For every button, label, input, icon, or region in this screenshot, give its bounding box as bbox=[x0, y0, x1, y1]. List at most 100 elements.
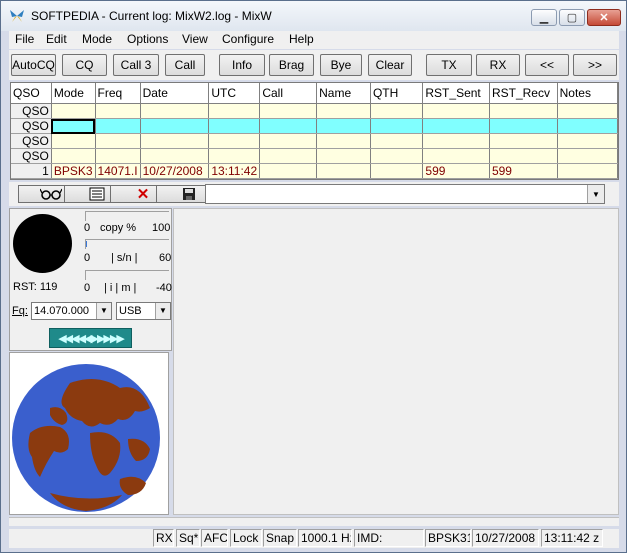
chevron-down-icon[interactable]: ▼ bbox=[587, 185, 604, 203]
next-button[interactable]: >> bbox=[573, 54, 617, 76]
col-call[interactable]: Call bbox=[259, 83, 318, 104]
table-cell[interactable] bbox=[208, 133, 261, 149]
table-cell[interactable] bbox=[370, 163, 424, 179]
table-cell[interactable] bbox=[316, 163, 371, 179]
log-grid[interactable]: QSO Mode Freq Date UTC Call Name QTH RST… bbox=[10, 82, 619, 180]
table-cell[interactable] bbox=[557, 163, 618, 179]
menu-view[interactable]: View bbox=[182, 32, 208, 46]
call3-button[interactable]: Call 3 bbox=[113, 54, 159, 76]
table-cell[interactable] bbox=[259, 163, 318, 179]
clear-button[interactable]: Clear bbox=[368, 54, 412, 76]
callsign-combo[interactable]: ▼ bbox=[205, 184, 605, 204]
col-mode[interactable]: Mode bbox=[51, 83, 96, 104]
table-cell-rst-sent[interactable]: 599 bbox=[422, 163, 490, 179]
title-bar[interactable]: SOFTPEDIA - Current log: MixW2.log - Mix… bbox=[1, 1, 626, 31]
table-row-qso[interactable]: 1 BPSK3 14071.I 10/27/2008 13:11:42 599 599 bbox=[11, 163, 618, 179]
cq-button[interactable]: CQ bbox=[62, 54, 107, 76]
table-cell[interactable] bbox=[316, 103, 371, 119]
close-button[interactable]: ✕ bbox=[587, 9, 621, 26]
table-cell[interactable] bbox=[140, 148, 210, 164]
col-freq[interactable]: Freq bbox=[95, 83, 141, 104]
table-cell-rst-recv[interactable]: 599 bbox=[489, 163, 558, 179]
table-cell-date[interactable]: 10/27/2008 bbox=[140, 163, 210, 179]
table-row-selected[interactable]: QSO bbox=[11, 118, 618, 134]
table-cell[interactable] bbox=[489, 103, 558, 119]
status-lock[interactable]: Lock bbox=[230, 529, 262, 547]
prev-button[interactable]: << bbox=[525, 54, 569, 76]
table-cell[interactable] bbox=[316, 148, 371, 164]
table-cell[interactable] bbox=[259, 133, 318, 149]
table-cell[interactable] bbox=[259, 148, 318, 164]
col-date[interactable]: Date bbox=[140, 83, 210, 104]
sideband-select[interactable]: USB ▼ bbox=[116, 302, 171, 320]
frequency-select[interactable]: 14.070.000 ▼ bbox=[31, 302, 112, 320]
table-row[interactable]: QSO bbox=[11, 148, 618, 164]
menu-help[interactable]: Help bbox=[289, 32, 314, 46]
table-cell[interactable] bbox=[370, 133, 424, 149]
table-cell[interactable] bbox=[422, 103, 490, 119]
maximize-button[interactable]: ▢ bbox=[559, 9, 585, 26]
table-cell[interactable] bbox=[259, 118, 318, 134]
world-map-panel[interactable] bbox=[9, 352, 169, 515]
tuning-scope[interactable] bbox=[13, 214, 72, 273]
col-rst-recv[interactable]: RST_Recv bbox=[489, 83, 558, 104]
table-cell[interactable] bbox=[557, 133, 618, 149]
col-utc[interactable]: UTC bbox=[208, 83, 261, 104]
table-cell[interactable] bbox=[316, 133, 371, 149]
table-cell[interactable] bbox=[208, 118, 261, 134]
table-cell[interactable] bbox=[316, 118, 371, 134]
status-afc[interactable]: AFC bbox=[201, 529, 228, 547]
receive-text-pane[interactable] bbox=[173, 208, 619, 515]
menu-edit[interactable]: Edit bbox=[46, 32, 67, 46]
table-cell[interactable] bbox=[557, 118, 618, 134]
horizontal-scrollbar[interactable] bbox=[9, 517, 619, 526]
minimize-button[interactable]: ▁ bbox=[531, 9, 557, 26]
table-cell[interactable] bbox=[489, 118, 558, 134]
table-cell[interactable] bbox=[489, 133, 558, 149]
table-row[interactable]: QSO bbox=[11, 103, 618, 119]
chevron-down-icon[interactable]: ▼ bbox=[155, 303, 170, 319]
table-cell[interactable] bbox=[140, 103, 210, 119]
status-squelch[interactable]: Sq* bbox=[176, 529, 200, 547]
bye-button[interactable]: Bye bbox=[320, 54, 362, 76]
table-cell[interactable] bbox=[557, 148, 618, 164]
menu-options[interactable]: Options bbox=[127, 32, 168, 46]
table-cell-utc[interactable]: 13:11:42 bbox=[208, 163, 261, 179]
table-cell[interactable] bbox=[95, 103, 141, 119]
tx-button[interactable]: TX bbox=[426, 54, 472, 76]
table-cell[interactable] bbox=[422, 133, 490, 149]
col-qso[interactable]: QSO bbox=[11, 83, 52, 104]
info-button[interactable]: Info bbox=[219, 54, 265, 76]
col-notes[interactable]: Notes bbox=[557, 83, 618, 104]
rx-button[interactable]: RX bbox=[476, 54, 520, 76]
menu-configure[interactable]: Configure bbox=[222, 32, 274, 46]
table-cell[interactable] bbox=[208, 148, 261, 164]
table-cell[interactable] bbox=[95, 148, 141, 164]
call-button[interactable]: Call bbox=[165, 54, 205, 76]
status-snap[interactable]: Snap bbox=[263, 529, 297, 547]
status-rx[interactable]: RX bbox=[153, 529, 174, 547]
table-cell[interactable] bbox=[489, 148, 558, 164]
col-name[interactable]: Name bbox=[316, 83, 371, 104]
table-row[interactable]: QSO bbox=[11, 133, 618, 149]
chevron-down-icon[interactable]: ▼ bbox=[96, 303, 111, 319]
table-cell[interactable] bbox=[370, 118, 424, 134]
table-cell[interactable] bbox=[370, 103, 424, 119]
table-cell[interactable] bbox=[208, 103, 261, 119]
status-mode[interactable]: BPSK31 bbox=[425, 529, 471, 547]
table-cell[interactable] bbox=[51, 148, 96, 164]
table-cell[interactable] bbox=[422, 148, 490, 164]
table-cell-mode[interactable]: BPSK3 bbox=[51, 163, 96, 179]
table-cell[interactable] bbox=[370, 148, 424, 164]
table-cell[interactable] bbox=[557, 103, 618, 119]
col-qth[interactable]: QTH bbox=[370, 83, 424, 104]
col-rst-sent[interactable]: RST_Sent bbox=[422, 83, 490, 104]
table-cell-active[interactable] bbox=[51, 118, 96, 134]
table-cell[interactable] bbox=[259, 103, 318, 119]
brag-button[interactable]: Brag bbox=[269, 54, 314, 76]
table-cell[interactable] bbox=[95, 118, 141, 134]
menu-file[interactable]: File bbox=[15, 32, 34, 46]
table-cell[interactable] bbox=[95, 133, 141, 149]
table-cell[interactable] bbox=[140, 118, 210, 134]
autocq-button[interactable]: AutoCQ bbox=[11, 54, 56, 76]
